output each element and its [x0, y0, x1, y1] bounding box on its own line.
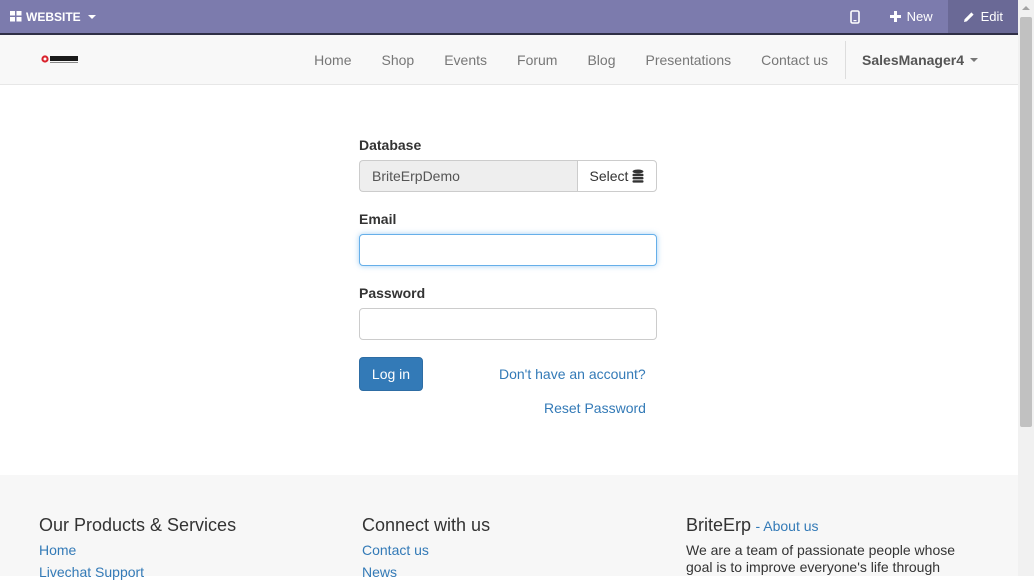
signup-link[interactable]: Don't have an account?	[499, 366, 646, 382]
footer-link-home[interactable]: Home	[39, 542, 236, 558]
edit-button[interactable]: Edit	[947, 0, 1018, 33]
footer-products: Our Products & Services Home Livechat Su…	[39, 515, 236, 580]
edit-button-label: Edit	[980, 9, 1003, 24]
select-database-button[interactable]: Select	[577, 160, 657, 192]
website-menu[interactable]: WEBSITE	[10, 0, 96, 33]
caret-down-icon	[970, 57, 978, 62]
mobile-preview-button[interactable]	[835, 0, 875, 33]
page-scrollbar[interactable]	[1018, 0, 1034, 576]
footer-connect: Connect with us Contact us News	[362, 515, 490, 580]
database-field: BriteErpDemo	[359, 160, 577, 192]
admin-bar: WEBSITE New Edit	[0, 0, 1018, 33]
database-group: BriteErpDemo Select	[359, 160, 657, 192]
reset-password-link[interactable]: Reset Password	[544, 400, 646, 416]
database-label: Database	[359, 137, 422, 153]
site-navbar: Home Shop Events Forum Blog Presentation…	[0, 35, 1018, 85]
footer-products-heading: Our Products & Services	[39, 515, 237, 535]
footer-about-link[interactable]: - About us	[755, 518, 818, 534]
database-icon	[632, 169, 644, 183]
footer-about: BriteErp - About us We are a team of pas…	[686, 515, 976, 576]
new-button[interactable]: New	[875, 0, 948, 33]
footer-about-text: We are a team of passionate people whose…	[686, 542, 956, 575]
new-button-label: New	[906, 9, 933, 24]
caret-down-icon	[87, 14, 96, 19]
plus-icon	[889, 11, 901, 22]
nav-presentations[interactable]: Presentations	[631, 52, 747, 68]
nav-events[interactable]: Events	[429, 52, 502, 68]
nav-forum[interactable]: Forum	[502, 52, 572, 68]
nav-blog[interactable]: Blog	[572, 52, 630, 68]
nav-contact-us[interactable]: Contact us	[746, 52, 843, 68]
website-menu-label: WEBSITE	[26, 9, 81, 24]
nav-home[interactable]: Home	[299, 52, 366, 68]
footer-link-livechat[interactable]: Livechat Support	[39, 564, 236, 580]
email-label: Email	[359, 211, 397, 227]
footer-about-title: BriteErp	[686, 515, 752, 535]
grid-icon	[10, 11, 22, 22]
mobile-icon	[849, 9, 860, 24]
user-menu[interactable]: SalesManager4	[846, 52, 1018, 68]
user-name: SalesManager4	[862, 51, 964, 68]
footer-link-news[interactable]: News	[362, 564, 490, 580]
scroll-up-arrow-icon[interactable]	[1022, 6, 1030, 10]
password-label: Password	[359, 285, 426, 301]
brite-erp-logo[interactable]	[40, 53, 80, 65]
scroll-thumb[interactable]	[1020, 17, 1032, 427]
login-button[interactable]: Log in	[359, 357, 423, 391]
pencil-icon	[963, 11, 974, 22]
password-input[interactable]	[359, 308, 657, 340]
select-database-label: Select	[589, 168, 629, 184]
footer: Our Products & Services Home Livechat Su…	[0, 475, 1018, 580]
nav-shop[interactable]: Shop	[367, 52, 430, 68]
footer-connect-heading: Connect with us	[362, 515, 491, 535]
email-input[interactable]	[359, 234, 657, 266]
footer-link-contact[interactable]: Contact us	[362, 542, 490, 558]
